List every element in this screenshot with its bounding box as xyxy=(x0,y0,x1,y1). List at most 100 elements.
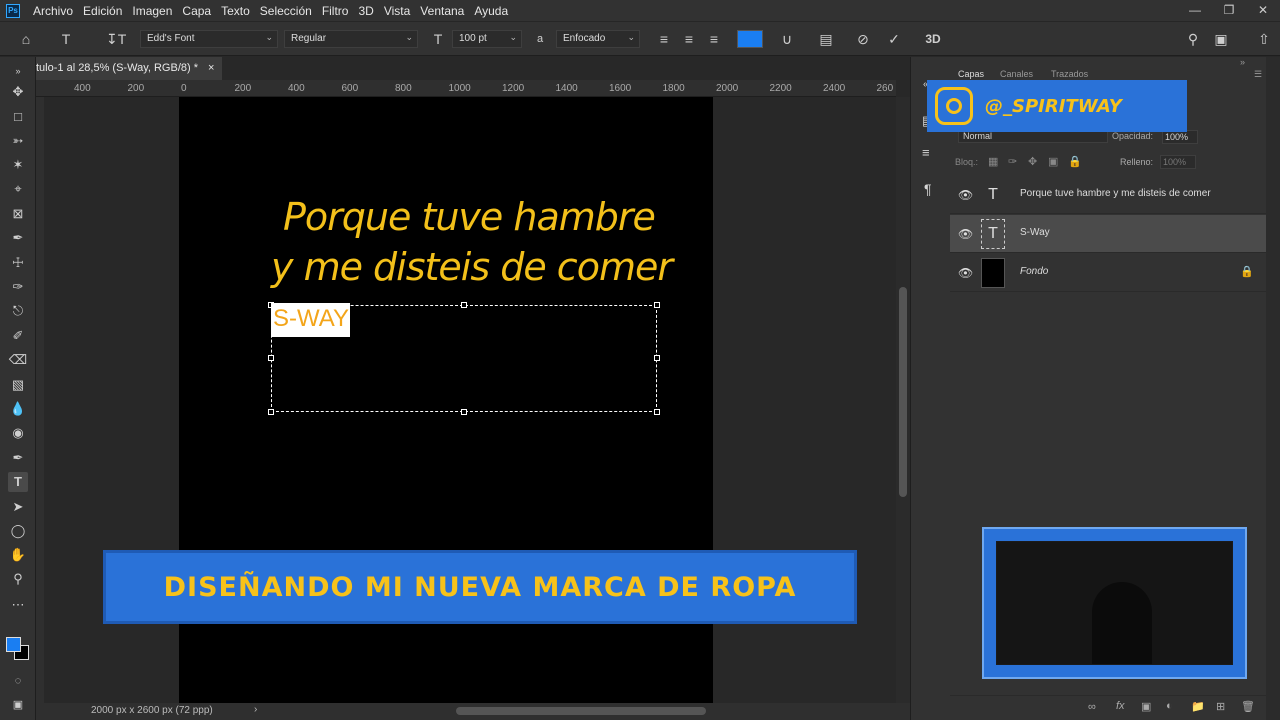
gradient-tool-icon[interactable]: ▧ xyxy=(8,375,28,395)
path-select-icon[interactable]: ➤ xyxy=(8,497,28,517)
vertical-scroll-thumb[interactable] xyxy=(899,287,907,497)
ellipse-tool-icon[interactable]: ◯ xyxy=(8,521,28,541)
home-icon[interactable]: ⌂ xyxy=(16,30,36,48)
commit-edit-icon[interactable]: ✓ xyxy=(884,30,904,48)
menu-filtro[interactable]: Filtro xyxy=(317,4,354,18)
menu-capa[interactable]: Capa xyxy=(177,4,216,18)
tab-capas[interactable]: Capas xyxy=(958,69,984,79)
brush-tool-icon[interactable]: ✑ xyxy=(8,277,28,297)
new-group-icon[interactable]: 📁 xyxy=(1191,700,1205,713)
search-icon[interactable]: ⚲ xyxy=(1183,30,1203,48)
move-tool-icon[interactable]: ✥ xyxy=(8,82,28,102)
align-left-icon[interactable]: ≡ xyxy=(654,30,674,48)
lock-transparency-icon[interactable]: ▦ xyxy=(988,155,998,168)
workspace-icon[interactable]: ▣ xyxy=(1211,30,1231,48)
menu-ventana[interactable]: Ventana xyxy=(415,4,469,18)
more-tools-icon[interactable]: ⋯ xyxy=(8,595,28,615)
transform-handle[interactable] xyxy=(268,409,274,415)
transform-handle[interactable] xyxy=(461,302,467,308)
blur-tool-icon[interactable]: 💧 xyxy=(8,399,28,419)
lock-all-icon[interactable]: 🔒 xyxy=(1068,155,1082,168)
transform-handle[interactable] xyxy=(461,409,467,415)
menu-ayuda[interactable]: Ayuda xyxy=(469,4,513,18)
layer-name[interactable]: Porque tuve hambre y me disteis de comer xyxy=(1020,188,1211,199)
menu-3d[interactable]: 3D xyxy=(353,4,378,18)
panel-menu-icon[interactable]: ☰ xyxy=(1254,69,1262,80)
transform-handle[interactable] xyxy=(654,355,660,361)
character-panel-icon[interactable]: ▤ xyxy=(816,30,836,48)
restore-icon[interactable]: ❐ xyxy=(1212,0,1246,21)
fill-value[interactable]: 100% xyxy=(1160,155,1196,169)
paragraph-icon[interactable]: ¶ xyxy=(924,181,932,197)
menu-vista[interactable]: Vista xyxy=(379,4,415,18)
layer-row[interactable]: 👁 Fondo 🔒 xyxy=(950,254,1266,292)
layer-row[interactable]: 👁 T Porque tuve hambre y me disteis de c… xyxy=(950,176,1266,214)
tab-canales[interactable]: Canales xyxy=(1000,69,1033,79)
adjustments-icon[interactable]: ≡ xyxy=(922,145,930,160)
pen-tool-icon[interactable]: ✒ xyxy=(8,448,28,468)
font-style-select[interactable]: Regular ⌄ xyxy=(284,30,418,48)
crop-tool-icon[interactable]: ⌖ xyxy=(8,179,28,199)
marquee-tool-icon[interactable]: □ xyxy=(8,107,28,127)
visibility-eye-icon[interactable]: 👁 xyxy=(958,227,973,241)
foreground-color-swatch[interactable] xyxy=(6,637,21,652)
close-tab-icon[interactable]: × xyxy=(208,57,214,80)
tab-trazados[interactable]: Trazados xyxy=(1051,69,1088,79)
screen-mode-icon[interactable]: ▣ xyxy=(8,695,28,715)
adjustment-layer-icon[interactable]: ◐ xyxy=(1166,700,1173,712)
lock-artboard-icon[interactable]: ▣ xyxy=(1048,155,1058,168)
zoom-tool-icon[interactable]: ⚲ xyxy=(8,569,28,589)
antialias-select[interactable]: Enfocado ⌄ xyxy=(556,30,640,48)
layer-name[interactable]: Fondo xyxy=(1020,266,1048,277)
panel-scrollbar[interactable] xyxy=(1266,57,1280,720)
link-layers-icon[interactable]: ∞ xyxy=(1088,701,1096,713)
dodge-tool-icon[interactable]: ◉ xyxy=(8,423,28,443)
opacity-value[interactable]: 100% xyxy=(1162,130,1198,144)
transform-handle[interactable] xyxy=(654,409,660,415)
type-tool-preset-icon[interactable]: T xyxy=(56,30,76,48)
share-icon[interactable]: ⇧ xyxy=(1254,30,1274,48)
quick-mask-icon[interactable]: ◌ xyxy=(8,671,28,691)
quick-select-tool-icon[interactable]: ✶ xyxy=(8,155,28,175)
delete-layer-icon[interactable]: 🗑 xyxy=(1241,700,1255,713)
new-layer-icon[interactable]: ⊞ xyxy=(1216,700,1225,713)
lasso-tool-icon[interactable]: ➳ xyxy=(8,131,28,151)
type-tool-icon[interactable]: T xyxy=(8,472,28,492)
text-orientation-icon[interactable]: ↧T xyxy=(106,30,126,48)
visibility-eye-icon[interactable]: 👁 xyxy=(958,188,973,202)
close-window-icon[interactable]: ✕ xyxy=(1246,0,1280,21)
canvas-text-line-2[interactable]: y me disteis de comer xyxy=(271,245,673,289)
align-center-icon[interactable]: ≡ xyxy=(679,30,699,48)
document-tab[interactable]: tulo-1 al 28,5% (S-Way, RGB/8) * × xyxy=(36,57,223,80)
3d-button[interactable]: 3D xyxy=(918,30,948,48)
canvas-text-line-1[interactable]: Porque tuve hambre xyxy=(283,195,656,239)
text-color-swatch[interactable] xyxy=(737,30,763,48)
font-size-select[interactable]: 100 pt ⌄ xyxy=(452,30,522,48)
cancel-edit-icon[interactable]: ⊘ xyxy=(853,30,873,48)
selected-edit-text[interactable]: S-WAY xyxy=(271,303,350,337)
panel-collapse-icon[interactable]: » xyxy=(1240,57,1245,67)
lock-pixels-icon[interactable]: ✑ xyxy=(1008,155,1017,168)
visibility-eye-icon[interactable]: 👁 xyxy=(958,266,973,280)
eraser-tool-icon[interactable]: ⌫ xyxy=(8,350,28,370)
menu-archivo[interactable]: Archivo xyxy=(28,4,78,18)
transform-handle[interactable] xyxy=(268,355,274,361)
menu-seleccion[interactable]: Selección xyxy=(255,4,317,18)
vertical-scrollbar[interactable] xyxy=(896,97,910,703)
menu-edicion[interactable]: Edición xyxy=(78,4,127,18)
frame-tool-icon[interactable]: ⊠ xyxy=(8,204,28,224)
minimize-icon[interactable]: — xyxy=(1178,0,1212,21)
history-brush-icon[interactable]: ✐ xyxy=(8,326,28,346)
warp-text-icon[interactable]: ∪ xyxy=(777,30,797,48)
font-family-select[interactable]: Edd's Font ⌄ xyxy=(140,30,278,48)
hand-tool-icon[interactable]: ✋ xyxy=(8,545,28,565)
healing-brush-icon[interactable]: ☩ xyxy=(8,253,28,273)
lock-position-icon[interactable]: ✥ xyxy=(1028,155,1037,168)
layer-row-selected[interactable]: 👁 T S-Way xyxy=(950,215,1266,253)
stamp-tool-icon[interactable]: ⎋ xyxy=(8,301,28,321)
eyedropper-tool-icon[interactable]: ✒ xyxy=(8,228,28,248)
collapse-icon[interactable]: » xyxy=(8,61,28,81)
transform-handle[interactable] xyxy=(654,302,660,308)
menu-imagen[interactable]: Imagen xyxy=(127,4,177,18)
menu-texto[interactable]: Texto xyxy=(216,4,255,18)
